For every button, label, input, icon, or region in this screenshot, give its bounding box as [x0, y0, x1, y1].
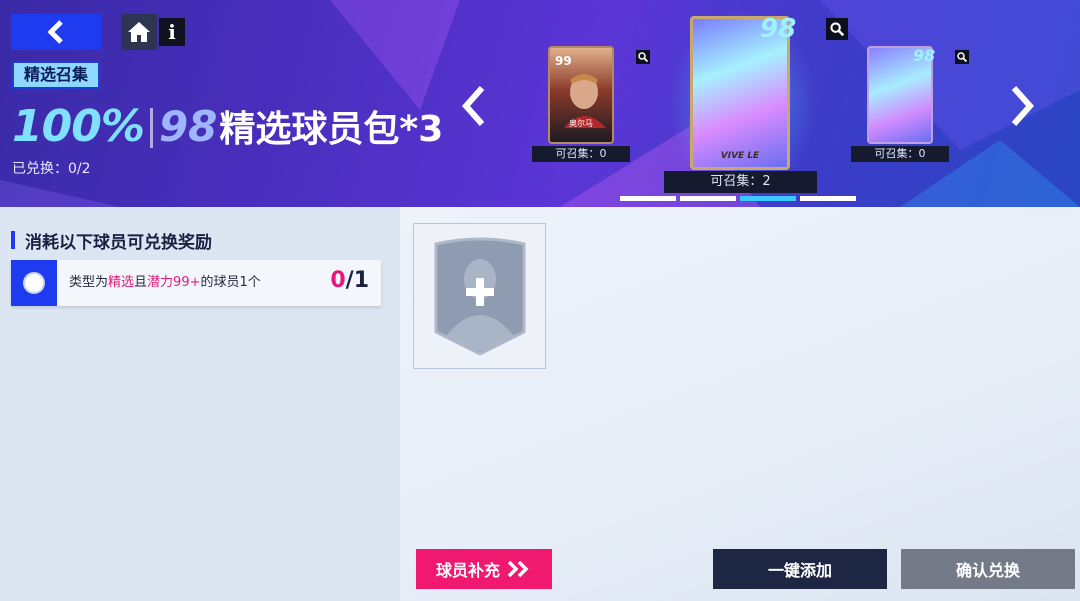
- heading-accent-bar: [11, 231, 15, 249]
- chevron-left-icon[interactable]: [458, 84, 488, 128]
- title-rating: 98: [158, 102, 218, 151]
- title-percent: 100%: [12, 101, 145, 152]
- pack-type-tag: 精选召集: [12, 61, 101, 89]
- requirements-heading: 消耗以下球员可兑换奖励: [11, 230, 212, 253]
- pack-count: 可召集：0: [851, 146, 949, 162]
- pack-card-right[interactable]: 98 可召集：0: [851, 46, 969, 162]
- back-button[interactable]: [11, 14, 101, 50]
- requirement-progress: 0/1: [330, 268, 369, 293]
- player-card: 99 奥尔马: [548, 46, 614, 144]
- home-button[interactable]: [121, 14, 157, 50]
- radio-circle-icon: [23, 272, 45, 294]
- zoom-icon[interactable]: [636, 50, 650, 64]
- confirm-redeem-button[interactable]: 确认兑换: [901, 549, 1075, 589]
- pack-banner: i 精选召集 100% 98 精选球员包*3 已兑换：0/2 99 奥尔马 可召…: [0, 0, 1080, 207]
- empty-player-slot[interactable]: [413, 223, 546, 369]
- pack-title: 100% 98 精选球员包*3: [12, 100, 443, 156]
- carousel-dot-active[interactable]: [740, 196, 796, 201]
- one-click-add-button[interactable]: 一键添加: [713, 549, 887, 589]
- pack-count: 可召集：0: [532, 146, 630, 162]
- player-supply-button[interactable]: 球员补充: [416, 549, 552, 589]
- player-rating: 99: [555, 54, 572, 68]
- redeemed-status: 已兑换：0/2: [12, 158, 91, 178]
- requirement-text: 类型为精选且潜力99+的球员1个: [69, 275, 261, 290]
- carousel-dot[interactable]: [680, 196, 736, 201]
- zoom-icon[interactable]: [826, 18, 848, 40]
- requirement-item[interactable]: 类型为精选且潜力99+的球员1个 0/1: [11, 260, 381, 306]
- add-player-icon: [434, 237, 526, 356]
- pack-rating: 98: [913, 46, 936, 65]
- title-name: 精选球员包*3: [219, 109, 444, 150]
- pack-count: 可召集：2: [664, 171, 817, 193]
- info-button[interactable]: i: [159, 18, 185, 46]
- requirement-checkbox[interactable]: [11, 260, 57, 306]
- redeemed-label: 已兑换：: [12, 161, 68, 177]
- home-icon: [128, 22, 150, 42]
- zoom-icon[interactable]: [955, 50, 969, 64]
- pack-rating: 98: [760, 14, 797, 44]
- info-icon: i: [168, 20, 176, 44]
- back-arrow-icon: [47, 20, 63, 44]
- carousel-dot[interactable]: [620, 196, 676, 201]
- redeemed-value: 0/2: [68, 161, 91, 177]
- double-chevron-right-icon: [507, 560, 529, 578]
- title-separator: [149, 108, 153, 148]
- carousel-indicator: [620, 196, 856, 201]
- pack-card-left[interactable]: 99 奥尔马 可召集：0: [532, 46, 650, 162]
- chevron-right-icon[interactable]: [1008, 84, 1038, 128]
- pack-brand: VIVE LE: [720, 151, 760, 161]
- player-name: 奥尔马: [569, 119, 593, 128]
- pack-card-center[interactable]: VIVE LE 98 可召集：2: [664, 10, 848, 195]
- carousel-dot[interactable]: [800, 196, 856, 201]
